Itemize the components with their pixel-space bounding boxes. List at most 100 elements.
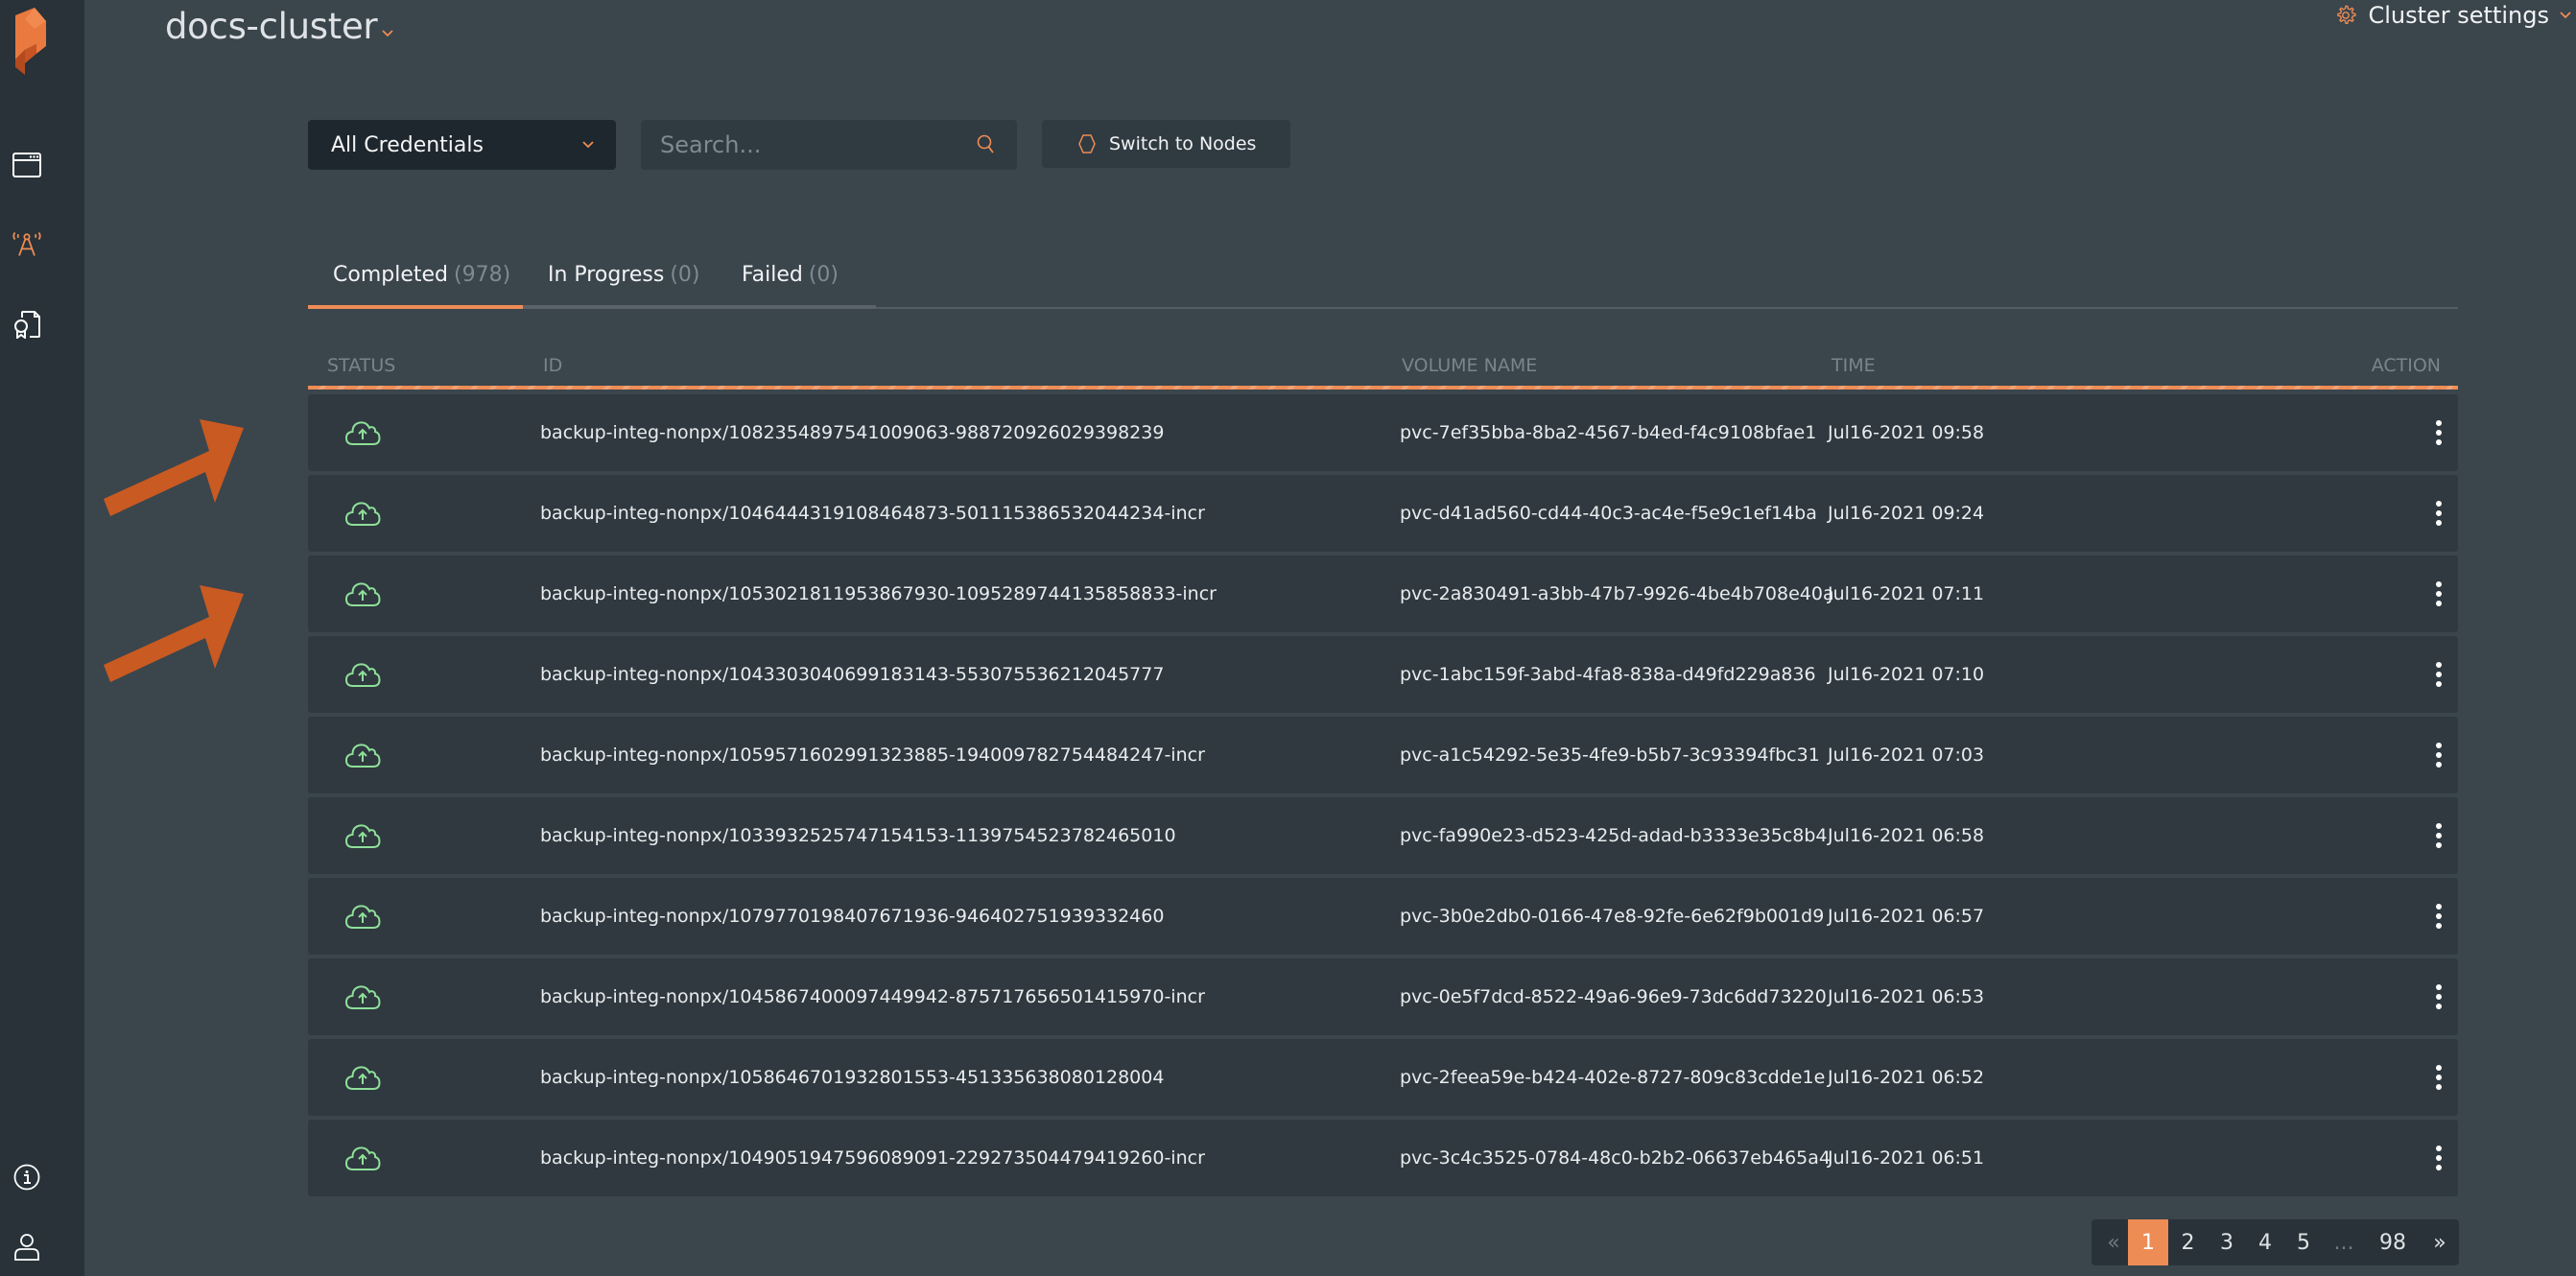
pagination-page-last[interactable]: 98: [2365, 1219, 2421, 1265]
search-icon[interactable]: [977, 134, 996, 155]
sidebar-item-applications[interactable]: [12, 150, 42, 180]
row-actions-button[interactable]: [2427, 394, 2450, 471]
tab-underline: [308, 305, 523, 309]
backup-table-body: backup-integ-nonpx/1082354897541009063-9…: [308, 394, 2458, 1200]
table-row[interactable]: backup-integ-nonpx/1046444319108464873-5…: [308, 475, 2458, 552]
cloud-upload-icon: [344, 1146, 381, 1170]
certificate-icon: [14, 311, 40, 339]
tab-completed[interactable]: Completed (978): [308, 259, 523, 309]
row-actions-button[interactable]: [2427, 797, 2450, 874]
backup-time: Jul16-2021 09:58: [1828, 422, 1985, 443]
pagination-page-3[interactable]: 3: [2208, 1219, 2246, 1265]
backup-id: backup-integ-nonpx/1046444319108464873-5…: [540, 503, 1205, 524]
credentials-selected: All Credentials: [331, 132, 484, 157]
cloud-upload-icon: [344, 744, 381, 768]
volume-name: pvc-7ef35bba-8ba2-4567-b4ed-f4c9108bfae1: [1400, 422, 1817, 443]
backup-id: backup-integ-nonpx/1082354897541009063-9…: [540, 422, 1165, 443]
backup-time: Jul16-2021 06:51: [1828, 1147, 1985, 1169]
table-row[interactable]: backup-integ-nonpx/1045867400097449942-8…: [308, 958, 2458, 1035]
volume-name: pvc-a1c54292-5e35-4fe9-b5b7-3c93394fbc31: [1400, 744, 1820, 766]
table-row[interactable]: backup-integ-nonpx/1058646701932801553-4…: [308, 1039, 2458, 1116]
credentials-dropdown[interactable]: All Credentials: [308, 120, 616, 170]
row-actions-button[interactable]: [2427, 878, 2450, 955]
table-row[interactable]: backup-integ-nonpx/1049051947596089091-2…: [308, 1120, 2458, 1196]
backup-id: backup-integ-nonpx/1043303040699183143-5…: [540, 664, 1165, 685]
cloud-upload-icon: [344, 985, 381, 1009]
table-row[interactable]: backup-integ-nonpx/1043303040699183143-5…: [308, 636, 2458, 713]
tab-failed[interactable]: Failed (0): [715, 259, 876, 309]
row-actions-button[interactable]: [2427, 1039, 2450, 1116]
cloud-upload-icon: [344, 582, 381, 606]
status-cell: [344, 797, 381, 874]
cluster-settings-menu[interactable]: Cluster settings: [2335, 2, 2572, 29]
volume-name: pvc-1abc159f-3abd-4fa8-838a-d49fd229a836: [1400, 664, 1816, 685]
status-cell: [344, 717, 381, 793]
tab-label: In Progress: [548, 263, 665, 287]
chevron-down-icon: [382, 30, 393, 37]
kebab-menu-icon: [2436, 1146, 2442, 1170]
portworx-logo-icon[interactable]: [8, 6, 50, 75]
backup-id: backup-integ-nonpx/1079770198407671936-9…: [540, 906, 1165, 927]
status-cell: [344, 1120, 381, 1196]
cluster-settings-label: Cluster settings: [2368, 2, 2549, 29]
table-row[interactable]: backup-integ-nonpx/1033932525747154153-1…: [308, 797, 2458, 874]
pagination-page-1[interactable]: 1: [2128, 1219, 2168, 1265]
backup-id: backup-integ-nonpx/1059571602991323885-1…: [540, 744, 1205, 766]
backup-time: Jul16-2021 07:11: [1828, 583, 1985, 604]
tab-count: (978): [454, 263, 511, 287]
kebab-menu-icon: [2436, 904, 2442, 929]
row-actions-button[interactable]: [2427, 1120, 2450, 1196]
table-row[interactable]: backup-integ-nonpx/1053021811953867930-1…: [308, 555, 2458, 632]
tab-underline: [715, 305, 876, 309]
info-icon: [13, 1164, 40, 1191]
table-row[interactable]: backup-integ-nonpx/1082354897541009063-9…: [308, 394, 2458, 471]
tab-count: (0): [670, 263, 700, 287]
pagination-page-5[interactable]: 5: [2284, 1219, 2323, 1265]
column-header-time[interactable]: TIME: [1832, 355, 1876, 376]
pagination-ellipsis: ...: [2333, 1230, 2354, 1255]
row-actions-button[interactable]: [2427, 958, 2450, 1035]
switch-to-nodes-button[interactable]: Switch to Nodes: [1042, 120, 1290, 168]
column-header-id[interactable]: ID: [543, 355, 562, 376]
column-header-status[interactable]: STATUS: [327, 355, 395, 376]
sidebar-item-cloudsnaps[interactable]: [12, 228, 42, 259]
volume-name: pvc-fa990e23-d523-425d-adad-b3333e35c8b4: [1400, 825, 1828, 846]
pagination-page-4[interactable]: 4: [2246, 1219, 2284, 1265]
status-cell: [344, 475, 381, 552]
cloud-upload-icon: [344, 663, 381, 687]
backup-time: Jul16-2021 09:24: [1828, 503, 1985, 524]
table-row[interactable]: backup-integ-nonpx/1059571602991323885-1…: [308, 717, 2458, 793]
row-actions-button[interactable]: [2427, 475, 2450, 552]
sidebar-item-info[interactable]: [12, 1162, 42, 1193]
pagination-page-2[interactable]: 2: [2168, 1219, 2208, 1265]
chevron-down-icon: [2560, 12, 2571, 19]
cluster-selector[interactable]: docs-cluster: [165, 6, 394, 47]
pagination-prev[interactable]: «: [2092, 1219, 2128, 1265]
status-cell: [344, 878, 381, 955]
backup-time: Jul16-2021 06:52: [1828, 1067, 1985, 1088]
sidebar-item-user[interactable]: [12, 1232, 42, 1263]
table-row[interactable]: backup-integ-nonpx/1079770198407671936-9…: [308, 878, 2458, 955]
column-header-volume-name[interactable]: VOLUME NAME: [1402, 355, 1537, 376]
backup-id: backup-integ-nonpx/1033932525747154153-1…: [540, 825, 1176, 846]
sidebar-item-certificates[interactable]: [12, 309, 42, 340]
user-icon: [14, 1234, 39, 1261]
search-input[interactable]: [660, 131, 977, 158]
status-tabs: Completed (978) In Progress (0) Failed (…: [308, 259, 2458, 309]
chevron-down-icon: [582, 141, 594, 149]
row-actions-button[interactable]: [2427, 636, 2450, 713]
row-actions-button[interactable]: [2427, 717, 2450, 793]
backup-id: backup-integ-nonpx/1053021811953867930-1…: [540, 583, 1217, 604]
switch-to-nodes-label: Switch to Nodes: [1109, 133, 1257, 154]
tab-in-progress[interactable]: In Progress (0): [523, 259, 715, 309]
status-cell: [344, 1039, 381, 1116]
row-actions-button[interactable]: [2427, 555, 2450, 632]
antenna-icon: [12, 231, 41, 256]
tab-label: Failed: [742, 263, 803, 287]
pagination-next[interactable]: »: [2421, 1219, 2459, 1265]
status-cell: [344, 958, 381, 1035]
tab-underline: [523, 305, 715, 309]
volume-name: pvc-d41ad560-cd44-40c3-ac4e-f5e9c1ef14ba: [1400, 503, 1817, 524]
kebab-menu-icon: [2436, 581, 2442, 606]
table-header: STATUS ID VOLUME NAME TIME ACTION: [308, 345, 2458, 390]
